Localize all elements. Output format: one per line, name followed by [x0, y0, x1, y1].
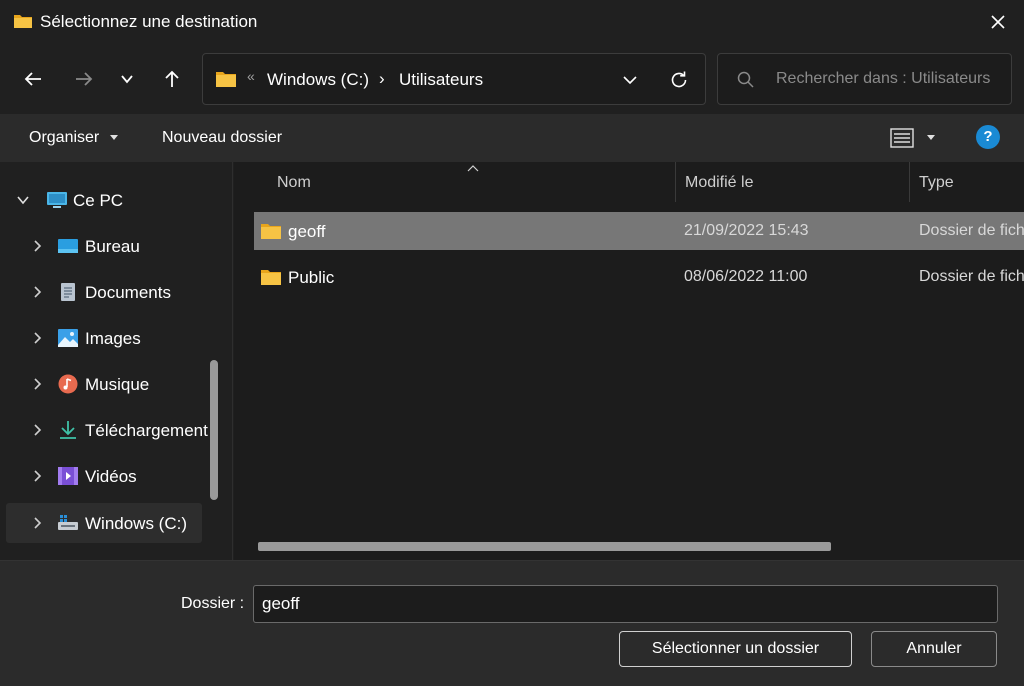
chevron-right-icon[interactable] [30, 469, 44, 483]
column-header-name[interactable]: Nom [277, 174, 311, 192]
music-icon [58, 374, 78, 394]
folder-icon [261, 270, 281, 285]
tree-item-videos[interactable]: Vidéos [6, 456, 202, 496]
horizontal-scrollbar-thumb[interactable] [258, 542, 831, 551]
table-row[interactable]: geoff 21/09/2022 15:43 Dossier de fichie… [254, 212, 1024, 250]
chevron-right-icon[interactable] [30, 285, 44, 299]
close-icon [991, 15, 1005, 29]
organize-menu-button[interactable]: Organiser [29, 129, 99, 147]
command-bar: Organiser Nouveau dossier ? [0, 114, 1024, 162]
folder-icon [216, 72, 236, 87]
folder-icon [261, 224, 281, 239]
tree-item-ce-pc[interactable]: Ce PC [6, 180, 202, 220]
images-icon [58, 329, 78, 347]
chevron-right-icon[interactable] [30, 239, 44, 253]
folder-icon [14, 15, 32, 28]
arrow-right-icon [76, 72, 93, 86]
folder-name-input[interactable] [253, 585, 998, 623]
caret-down-icon [110, 135, 118, 140]
chevron-down-icon [623, 76, 637, 85]
column-separator[interactable] [675, 162, 676, 202]
window-title: Sélectionnez une destination [40, 12, 258, 31]
tree-item-musique[interactable]: Musique [6, 364, 202, 404]
details-view-icon[interactable] [889, 127, 915, 149]
dialog-footer: Dossier : Sélectionner un dossier Annule… [0, 560, 1024, 686]
search-input[interactable] [776, 64, 1002, 94]
refresh-button[interactable] [665, 66, 693, 94]
navigation-pane[interactable]: Ce PC Bureau Documents Images Musique Té… [0, 162, 226, 560]
tree-item-label: Téléchargement [85, 421, 208, 440]
tree-item-label: Images [85, 329, 141, 348]
drive-icon [58, 515, 78, 530]
search-icon [737, 71, 754, 88]
tree-item-documents[interactable]: Documents [6, 272, 202, 312]
chevron-right-icon[interactable] [30, 331, 44, 345]
breadcrumb-utilisateurs[interactable]: Utilisateurs [399, 70, 483, 90]
desktop-icon [58, 239, 78, 253]
column-separator[interactable] [909, 162, 910, 202]
tree-item-label: Bureau [85, 237, 140, 256]
tree-item-label: Musique [85, 375, 150, 394]
navigation-bar: « Windows (C:) › Utilisateurs [0, 44, 1024, 114]
tree-item-telechargement[interactable]: Téléchargement [6, 410, 208, 450]
address-history-button[interactable] [617, 67, 643, 93]
table-row[interactable]: Public 08/06/2022 11:00 Dossier de fichi… [254, 258, 1024, 296]
chevron-down-icon[interactable] [16, 193, 30, 207]
download-icon [60, 421, 76, 439]
chevron-right-icon[interactable] [30, 423, 44, 437]
column-header-type[interactable]: Type [919, 174, 954, 192]
computer-icon [47, 192, 67, 208]
back-button[interactable] [17, 63, 49, 95]
pane-divider[interactable] [232, 162, 233, 560]
forward-button[interactable] [68, 63, 100, 95]
sort-ascending-icon [467, 165, 479, 172]
select-folder-button[interactable]: Sélectionner un dossier [619, 631, 852, 667]
file-type: Dossier de fichiers [919, 222, 1024, 239]
chevron-down-icon [121, 75, 133, 84]
file-name: geoff [288, 222, 326, 241]
documents-icon [61, 283, 75, 301]
tree-item-label: Ce PC [73, 191, 124, 210]
tree-item-label: Windows (C:) [85, 514, 188, 533]
folder-field-label: Dossier : [181, 595, 245, 612]
tree-item-label: Vidéos [85, 467, 137, 486]
file-modified: 08/06/2022 11:00 [684, 268, 808, 285]
folder-picker-dialog: Sélectionnez une destination « Windows (… [0, 0, 1024, 686]
view-options-button[interactable] [927, 135, 935, 140]
breadcrumb-overflow[interactable]: « [247, 68, 255, 84]
arrow-up-icon [165, 70, 179, 87]
title-bar: Sélectionnez une destination [0, 0, 1024, 44]
tree-item-bureau[interactable]: Bureau [6, 226, 202, 266]
breadcrumb-separator[interactable]: › [379, 69, 385, 89]
recent-locations-button[interactable] [111, 63, 143, 95]
file-list[interactable]: Nom Modifié le Type geoff 21/09/2022 15:… [234, 162, 1024, 560]
tree-item-label: Documents [85, 283, 171, 302]
cancel-button[interactable]: Annuler [871, 631, 997, 667]
file-type: Dossier de fichiers [919, 268, 1024, 285]
tree-item-windows-c[interactable]: Windows (C:) [6, 503, 202, 543]
tree-item-images[interactable]: Images [6, 318, 202, 358]
up-button[interactable] [156, 63, 188, 95]
file-modified: 21/09/2022 15:43 [684, 222, 809, 239]
chevron-right-icon[interactable] [30, 516, 44, 530]
chevron-right-icon[interactable] [30, 377, 44, 391]
arrow-left-icon [24, 72, 41, 86]
help-icon[interactable]: ? [976, 125, 1000, 149]
nav-pane-scrollbar[interactable] [210, 360, 218, 500]
search-box[interactable] [717, 53, 1012, 105]
close-button[interactable] [976, 6, 1020, 38]
address-bar[interactable]: « Windows (C:) › Utilisateurs [202, 53, 706, 105]
videos-icon [58, 467, 78, 485]
horizontal-scrollbar[interactable] [258, 541, 1024, 551]
breadcrumb-windows-c[interactable]: Windows (C:) [267, 70, 369, 90]
column-header-modified[interactable]: Modifié le [685, 174, 753, 192]
file-name: Public [288, 268, 335, 287]
new-folder-button[interactable]: Nouveau dossier [162, 129, 282, 147]
refresh-icon [671, 71, 687, 88]
